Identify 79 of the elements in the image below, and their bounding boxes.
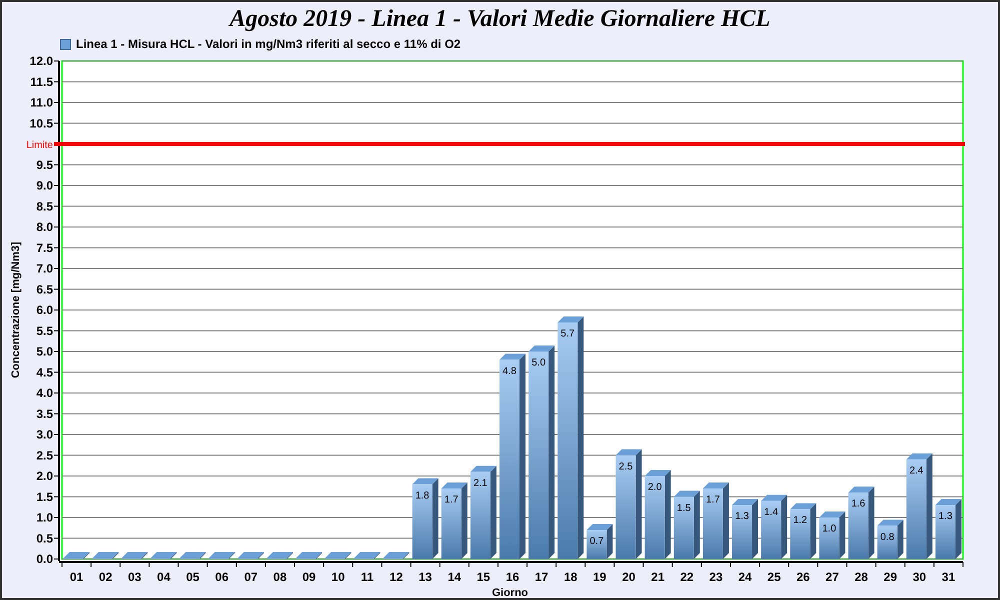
bar-value-label: 2.0 bbox=[648, 482, 662, 493]
x-tick-label: 19 bbox=[593, 570, 606, 584]
x-tick-label: 13 bbox=[418, 570, 432, 584]
bar-value-label: 4.8 bbox=[502, 366, 516, 377]
y-tick-label: 0.5 bbox=[36, 531, 53, 546]
x-tick-label: 05 bbox=[186, 570, 200, 584]
y-tick-label: 8.5 bbox=[36, 199, 53, 214]
x-tick-label: 25 bbox=[767, 570, 781, 584]
y-tick-label: 4.5 bbox=[36, 365, 53, 380]
y-axis-title: Concentrazione [mg/Nm3] bbox=[10, 242, 22, 378]
x-tick-label: 22 bbox=[680, 570, 694, 584]
y-tick-label: 9.5 bbox=[36, 158, 53, 172]
y-tick-label: 5.5 bbox=[36, 324, 53, 338]
y-tick-label: 7.0 bbox=[36, 262, 53, 276]
bar-value-label: 1.8 bbox=[415, 490, 430, 502]
x-tick-label: 26 bbox=[796, 570, 810, 584]
x-tick-label: 14 bbox=[448, 570, 462, 584]
y-tick-label: 11.0 bbox=[30, 96, 53, 110]
y-tick-label: 1.0 bbox=[36, 510, 53, 524]
y-tick-label: 8.0 bbox=[36, 220, 53, 234]
y-tick-label: 6.5 bbox=[36, 282, 53, 296]
bar-value-label: 1.7 bbox=[444, 494, 458, 506]
bar-value-label: 2.4 bbox=[909, 465, 924, 476]
y-tick-label: 1.5 bbox=[36, 490, 53, 504]
bar-value-label: 1.7 bbox=[706, 494, 720, 506]
x-tick-label: 24 bbox=[738, 570, 752, 584]
bar-value-label: 1.3 bbox=[735, 511, 749, 522]
x-tick-label: 11 bbox=[360, 570, 374, 584]
y-tick-label: 12.0 bbox=[30, 54, 53, 68]
bar-value-label: 0.8 bbox=[880, 532, 894, 543]
x-tick-label: 31 bbox=[942, 570, 956, 584]
x-tick-label: 28 bbox=[854, 570, 868, 584]
x-tick-label: 04 bbox=[157, 570, 170, 584]
y-tick-label: 2.0 bbox=[36, 469, 53, 483]
x-tick-label: 01 bbox=[70, 570, 84, 584]
x-tick-label: 06 bbox=[215, 570, 229, 584]
chart-title: Agosto 2019 - Linea 1 - Valori Medie Giornaliere HCL bbox=[228, 5, 772, 34]
x-tick-label: 16 bbox=[506, 570, 520, 584]
bar-value-label: 5.7 bbox=[560, 328, 575, 340]
x-tick-label: 30 bbox=[912, 570, 926, 584]
bar-value-label: 0.7 bbox=[590, 536, 604, 547]
y-tick-label: 7.5 bbox=[36, 240, 53, 255]
bar-value-label: 1.2 bbox=[793, 515, 808, 526]
bar-value-label: 1.4 bbox=[764, 506, 778, 518]
bar-value-label: 1.6 bbox=[851, 498, 866, 510]
x-tick-label: 27 bbox=[826, 570, 839, 584]
x-tick-label: 03 bbox=[128, 570, 142, 584]
y-tick-label: 2.5 bbox=[36, 448, 53, 462]
x-tick-label: 10 bbox=[331, 570, 345, 584]
x-tick-label: 15 bbox=[476, 570, 490, 584]
x-tick-label: 23 bbox=[709, 570, 723, 584]
x-tick-label: 17 bbox=[534, 570, 548, 584]
bar-value-label: 5.0 bbox=[532, 358, 546, 368]
y-tick-label: 11.5 bbox=[30, 74, 53, 89]
legend-label: Linea 1 - Misura HCL - Valori in mg/Nm3 riferiti al secco e 11% di O2 bbox=[76, 37, 461, 51]
y-tick-label: 6.0 bbox=[36, 303, 53, 317]
y-tick-label: 9.0 bbox=[36, 178, 53, 192]
y-tick-label: 0.0 bbox=[36, 552, 53, 566]
x-tick-label: 29 bbox=[884, 570, 898, 584]
x-tick-label: 20 bbox=[622, 570, 636, 584]
bar-value-label: 2.1 bbox=[473, 478, 488, 489]
x-axis-title: Giorno bbox=[492, 587, 528, 598]
y-tick-label: 5.0 bbox=[36, 344, 53, 358]
x-tick-label: 02 bbox=[98, 570, 112, 584]
x-tick-label: 09 bbox=[302, 570, 316, 584]
y-tick-label: 3.5 bbox=[36, 406, 53, 421]
limit-label: Limite bbox=[26, 140, 53, 151]
x-tick-label: 21 bbox=[651, 570, 664, 584]
bar-value-label: 1.0 bbox=[822, 524, 836, 534]
bar-value-label: 1.5 bbox=[676, 502, 691, 514]
x-tick-label: 18 bbox=[564, 570, 578, 584]
bar-value-label: 2.5 bbox=[618, 461, 633, 472]
x-tick-label: 07 bbox=[244, 570, 258, 584]
x-tick-label: 08 bbox=[273, 570, 287, 584]
y-tick-label: 3.0 bbox=[36, 428, 53, 442]
y-tick-label: 4.0 bbox=[36, 386, 53, 400]
y-tick-label: 10.5 bbox=[30, 116, 53, 130]
x-tick-label: 12 bbox=[390, 570, 403, 584]
bar-value-label: 1.3 bbox=[938, 511, 952, 522]
